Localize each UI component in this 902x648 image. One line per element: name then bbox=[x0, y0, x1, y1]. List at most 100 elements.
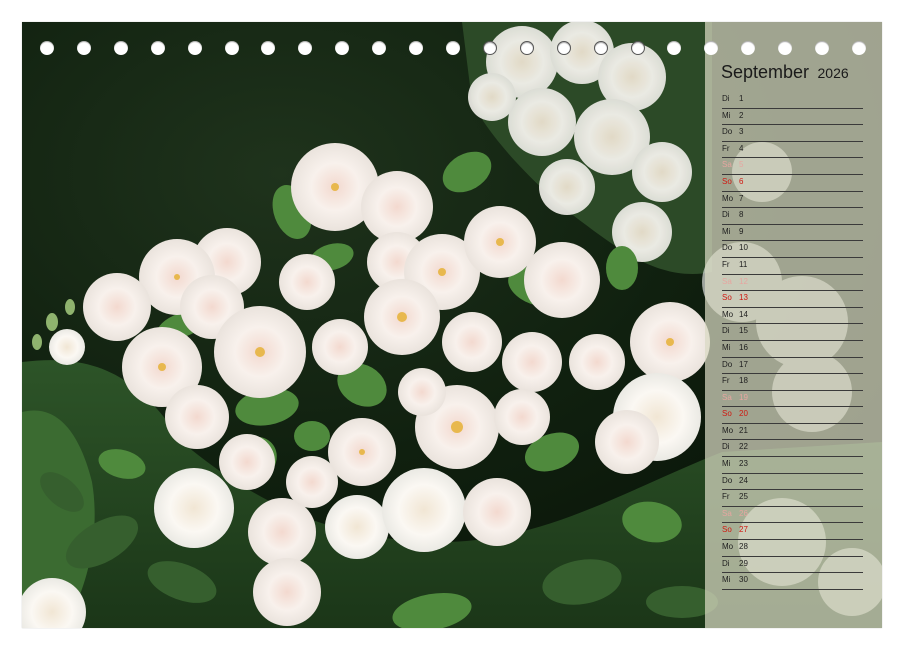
day-number: 13 bbox=[739, 293, 748, 303]
weekday-label: Do bbox=[722, 359, 733, 369]
weekday-label: Sa bbox=[722, 508, 732, 518]
day-number: 19 bbox=[739, 392, 748, 402]
day-row: Mo 14 bbox=[722, 308, 863, 325]
binding-hole bbox=[593, 41, 608, 55]
binding-hole bbox=[150, 41, 165, 55]
day-row: Mi 9 bbox=[722, 225, 863, 242]
weekday-label: Fr bbox=[722, 143, 730, 153]
day-row: Di 1 bbox=[722, 92, 863, 109]
day-row: Mo 28 bbox=[722, 540, 863, 557]
day-number: 26 bbox=[739, 508, 748, 518]
day-number: 17 bbox=[739, 359, 748, 369]
day-row: Mo 7 bbox=[722, 192, 863, 209]
day-row: Mi 23 bbox=[722, 457, 863, 474]
day-number: 14 bbox=[739, 309, 748, 319]
day-number: 1 bbox=[739, 94, 744, 103]
day-row: Di 15 bbox=[722, 324, 863, 341]
binding-hole bbox=[40, 41, 54, 55]
day-row: Mo 21 bbox=[722, 424, 863, 441]
day-number: 2 bbox=[739, 110, 744, 120]
weekday-label: Fr bbox=[722, 259, 730, 269]
binding-hole bbox=[482, 41, 497, 55]
day-number: 9 bbox=[739, 226, 744, 236]
month-title: September 2026 bbox=[721, 62, 876, 83]
day-row: Mi 16 bbox=[722, 341, 863, 358]
day-row: Do 17 bbox=[722, 358, 863, 375]
day-number: 30 bbox=[739, 575, 748, 585]
weekday-label: Do bbox=[722, 127, 733, 137]
day-row: Sa 19 bbox=[722, 391, 863, 408]
weekday-label: Fr bbox=[722, 376, 730, 386]
day-number: 22 bbox=[739, 442, 748, 452]
year: 2026 bbox=[817, 65, 849, 81]
binding-hole bbox=[224, 41, 239, 55]
day-row: Fr 18 bbox=[722, 374, 863, 391]
binding-hole bbox=[261, 41, 276, 55]
binding-hole bbox=[372, 41, 387, 55]
day-row: Do 3 bbox=[722, 125, 863, 142]
weekday-label: Mi bbox=[722, 110, 731, 120]
weekday-label: Mi bbox=[722, 459, 731, 469]
day-number: 16 bbox=[739, 342, 748, 352]
weekday-label: Do bbox=[722, 243, 733, 253]
day-number: 7 bbox=[739, 193, 744, 203]
weekday-label: Mo bbox=[722, 542, 734, 552]
weekday-label: Di bbox=[722, 558, 730, 568]
day-number: 5 bbox=[739, 160, 744, 170]
weekday-label: Fr bbox=[722, 492, 730, 502]
day-number: 18 bbox=[739, 376, 748, 386]
day-number: 20 bbox=[739, 409, 748, 419]
month-name: September bbox=[721, 62, 810, 82]
binding-hole bbox=[113, 41, 128, 55]
weekday-label: Mi bbox=[722, 342, 731, 352]
day-number: 25 bbox=[739, 492, 748, 502]
binding-hole bbox=[409, 41, 424, 55]
day-row: Fr 4 bbox=[722, 142, 863, 159]
weekday-label: Sa bbox=[722, 392, 732, 402]
day-number: 12 bbox=[739, 276, 748, 286]
binding-hole bbox=[815, 41, 830, 55]
day-row: Sa 12 bbox=[722, 275, 863, 292]
weekday-label: Mo bbox=[722, 425, 734, 435]
day-number: 10 bbox=[739, 243, 748, 253]
weekday-label: So bbox=[722, 409, 732, 419]
binding-hole bbox=[704, 41, 719, 55]
weekday-label: Mi bbox=[722, 226, 731, 236]
weekday-label: Sa bbox=[722, 276, 732, 286]
day-number: 28 bbox=[739, 542, 748, 552]
day-row: Sa 26 bbox=[722, 507, 863, 524]
binding-hole bbox=[335, 41, 350, 55]
day-row: So 27 bbox=[722, 523, 863, 541]
binding-hole bbox=[851, 41, 866, 55]
day-row: Mi 30 bbox=[722, 573, 863, 590]
calendar-sheet: September 2026 Di 1 Mi 2 Do 3 Fr 4 Sa 5 So 6 Mo 7 Di 8 M… bbox=[22, 22, 882, 628]
calendar-page: September 2026 Di 1 Mi 2 Do 3 Fr 4 Sa 5 So 6 Mo 7 Di 8 M… bbox=[0, 0, 902, 648]
binding-hole bbox=[667, 41, 682, 55]
day-row: So 20 bbox=[722, 407, 863, 424]
binding-hole bbox=[630, 41, 645, 55]
day-row: Do 10 bbox=[722, 241, 863, 258]
day-row: Fr 25 bbox=[722, 490, 863, 507]
date-panel: September 2026 Di 1 Mi 2 Do 3 Fr 4 Sa 5 So 6 Mo 7 Di 8 M… bbox=[705, 22, 882, 628]
ring-binding bbox=[40, 40, 866, 56]
day-row: Mi 2 bbox=[722, 109, 863, 126]
weekday-label: So bbox=[722, 176, 732, 186]
day-number: 6 bbox=[739, 176, 744, 186]
day-number: 11 bbox=[739, 259, 748, 269]
day-number: 23 bbox=[739, 459, 748, 469]
weekday-label: Di bbox=[722, 210, 730, 220]
binding-hole bbox=[298, 41, 313, 55]
binding-hole bbox=[778, 41, 793, 55]
day-row: So 6 bbox=[722, 175, 863, 192]
day-number: 4 bbox=[739, 143, 744, 153]
binding-hole bbox=[76, 41, 91, 55]
weekday-label: Do bbox=[722, 475, 733, 485]
day-list: Di 1 Mi 2 Do 3 Fr 4 Sa 5 So 6 Mo 7 Di 8 Mi 9 Do 10 Fr 11 Sa 12 S… bbox=[722, 92, 863, 590]
day-row: Fr 11 bbox=[722, 258, 863, 275]
weekday-label: Mo bbox=[722, 193, 734, 203]
day-number: 27 bbox=[739, 525, 748, 535]
weekday-label: Mo bbox=[722, 309, 734, 319]
weekday-label: Mi bbox=[722, 575, 731, 585]
day-row: Di 8 bbox=[722, 208, 863, 225]
weekday-label: Di bbox=[722, 94, 730, 103]
